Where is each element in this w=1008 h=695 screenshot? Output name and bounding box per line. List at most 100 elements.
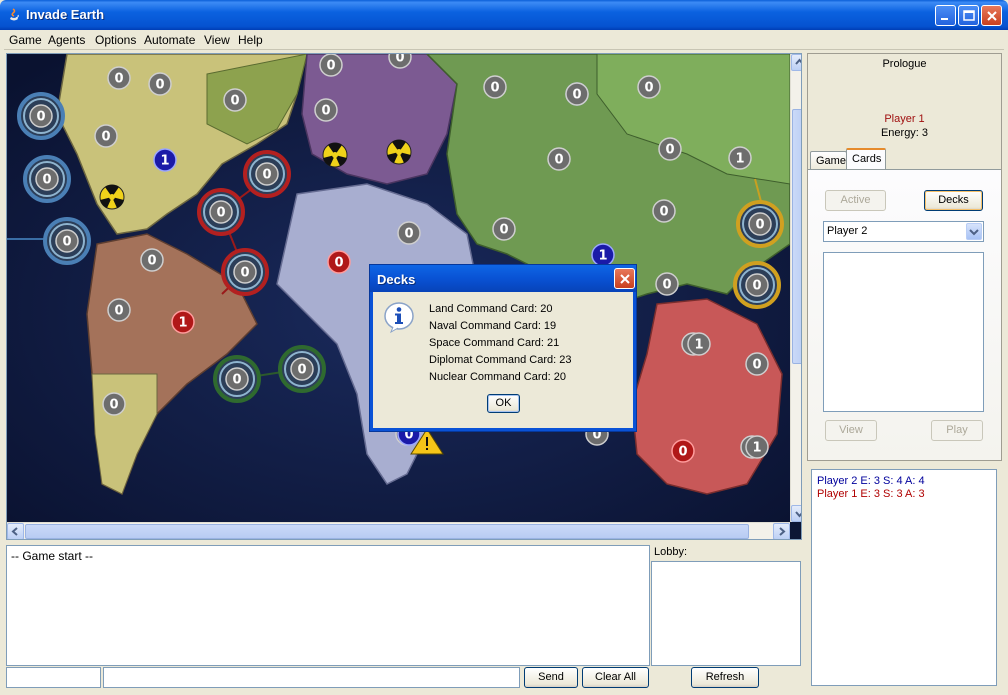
- army-count: 0: [755, 218, 764, 233]
- dialog-close-button[interactable]: [614, 268, 635, 289]
- army-marker[interactable]: 1: [171, 310, 195, 334]
- army-count: 0: [216, 206, 225, 221]
- view-button[interactable]: View: [825, 420, 877, 441]
- army-marker[interactable]: 0: [55, 229, 79, 253]
- scroll-up-button[interactable]: [791, 54, 801, 71]
- player-select-value: Player 2: [827, 225, 868, 237]
- army-marker[interactable]: 0: [483, 75, 507, 99]
- nickname-field[interactable]: [6, 667, 101, 688]
- army-marker[interactable]: 1: [591, 243, 615, 267]
- card-list[interactable]: [823, 252, 984, 412]
- army-marker[interactable]: 1: [728, 146, 752, 170]
- menu-game[interactable]: Game: [9, 33, 42, 47]
- dropdown-button[interactable]: [966, 223, 982, 240]
- army-marker[interactable]: 0: [233, 260, 257, 284]
- army-marker[interactable]: 0: [745, 273, 769, 297]
- army-marker[interactable]: 0: [748, 212, 772, 236]
- active-button[interactable]: Active: [825, 190, 886, 211]
- decks-dialog[interactable]: Decks Land Command Card: 20 Naval Comman…: [370, 265, 636, 431]
- menu-view[interactable]: View: [204, 33, 230, 47]
- army-marker[interactable]: 0: [209, 200, 233, 224]
- player-select[interactable]: Player 2: [823, 221, 984, 242]
- scroll-left-button[interactable]: [7, 523, 24, 539]
- army-count: 0: [499, 223, 508, 238]
- horizontal-scroll-thumb[interactable]: [25, 524, 749, 539]
- army-count: 0: [321, 104, 330, 119]
- dialog-title-bar[interactable]: Decks: [370, 265, 636, 292]
- scroll-right-button[interactable]: [773, 523, 790, 539]
- army-count: 1: [752, 441, 761, 456]
- army-marker[interactable]: 1: [687, 332, 711, 356]
- army-marker[interactable]: 0: [223, 88, 247, 112]
- army-marker[interactable]: 0: [225, 367, 249, 391]
- army-marker[interactable]: 1: [153, 148, 177, 172]
- nuclear-icon: [99, 184, 125, 210]
- tab-game[interactable]: Game: [810, 151, 847, 170]
- army-count: 0: [659, 205, 668, 220]
- army-marker[interactable]: 1: [745, 435, 769, 459]
- window-title-bar[interactable]: Invade Earth: [0, 0, 1008, 30]
- play-button[interactable]: Play: [931, 420, 983, 441]
- army-count: 0: [109, 398, 118, 413]
- ok-button[interactable]: OK: [487, 394, 520, 413]
- vertical-scroll-thumb[interactable]: [792, 109, 801, 364]
- army-marker[interactable]: 0: [319, 54, 343, 77]
- chevron-left-icon: [11, 527, 18, 536]
- army-count: 0: [62, 235, 71, 250]
- menu-bar: Game Agents Options Automate View Help: [4, 30, 1004, 50]
- army-marker[interactable]: 0: [565, 82, 589, 106]
- army-count: 0: [232, 373, 241, 388]
- chevron-down-icon: [795, 511, 801, 518]
- deck-nuclear-count: Nuclear Command Card: 20: [429, 371, 566, 383]
- army-marker[interactable]: 0: [94, 124, 118, 148]
- chat-input[interactable]: [103, 667, 520, 688]
- army-count: 0: [297, 363, 306, 378]
- refresh-button[interactable]: Refresh: [691, 667, 759, 688]
- deck-space-count: Space Command Card: 21: [429, 337, 560, 349]
- army-marker[interactable]: 0: [290, 357, 314, 381]
- game-log[interactable]: -- Game start --: [6, 545, 650, 666]
- menu-options[interactable]: Options: [95, 33, 136, 47]
- army-marker[interactable]: 0: [652, 199, 676, 223]
- army-count: 0: [678, 445, 687, 460]
- scroll-down-button[interactable]: [791, 505, 801, 522]
- army-marker[interactable]: 0: [102, 392, 126, 416]
- chevron-down-icon: [969, 229, 979, 236]
- army-marker[interactable]: 0: [637, 75, 661, 99]
- army-marker[interactable]: 0: [397, 221, 421, 245]
- army-marker[interactable]: 0: [655, 272, 679, 296]
- lobby-list[interactable]: [651, 561, 801, 666]
- army-marker[interactable]: 0: [745, 352, 769, 376]
- minimize-button[interactable]: [935, 5, 956, 26]
- tab-cards[interactable]: Cards: [846, 148, 886, 170]
- army-count: 1: [598, 249, 607, 264]
- army-marker[interactable]: 0: [140, 248, 164, 272]
- menu-automate[interactable]: Automate: [144, 33, 195, 47]
- close-button[interactable]: [981, 5, 1002, 26]
- army-count: 0: [395, 54, 404, 66]
- army-marker[interactable]: 0: [327, 250, 351, 274]
- map-vertical-scrollbar[interactable]: [790, 54, 801, 522]
- menu-help[interactable]: Help: [238, 33, 263, 47]
- maximize-button[interactable]: [958, 5, 979, 26]
- army-marker[interactable]: 0: [148, 72, 172, 96]
- army-count: 0: [42, 173, 51, 188]
- send-button[interactable]: Send: [524, 667, 578, 688]
- army-marker[interactable]: 0: [492, 217, 516, 241]
- army-marker[interactable]: 0: [314, 98, 338, 122]
- map-horizontal-scrollbar[interactable]: [7, 522, 790, 539]
- army-count: 0: [147, 254, 156, 269]
- menu-agents[interactable]: Agents: [48, 33, 85, 47]
- army-marker[interactable]: 0: [547, 147, 571, 171]
- maximize-icon: [963, 10, 975, 21]
- army-marker[interactable]: 0: [255, 162, 279, 186]
- army-marker[interactable]: 0: [35, 167, 59, 191]
- army-marker[interactable]: 0: [671, 439, 695, 463]
- army-marker[interactable]: 0: [658, 137, 682, 161]
- army-marker[interactable]: 0: [107, 298, 131, 322]
- decks-button[interactable]: Decks: [924, 190, 983, 211]
- current-player: Player 1: [884, 113, 925, 125]
- army-marker[interactable]: 0: [29, 104, 53, 128]
- clear-all-button[interactable]: Clear All: [582, 667, 649, 688]
- army-marker[interactable]: 0: [107, 66, 131, 90]
